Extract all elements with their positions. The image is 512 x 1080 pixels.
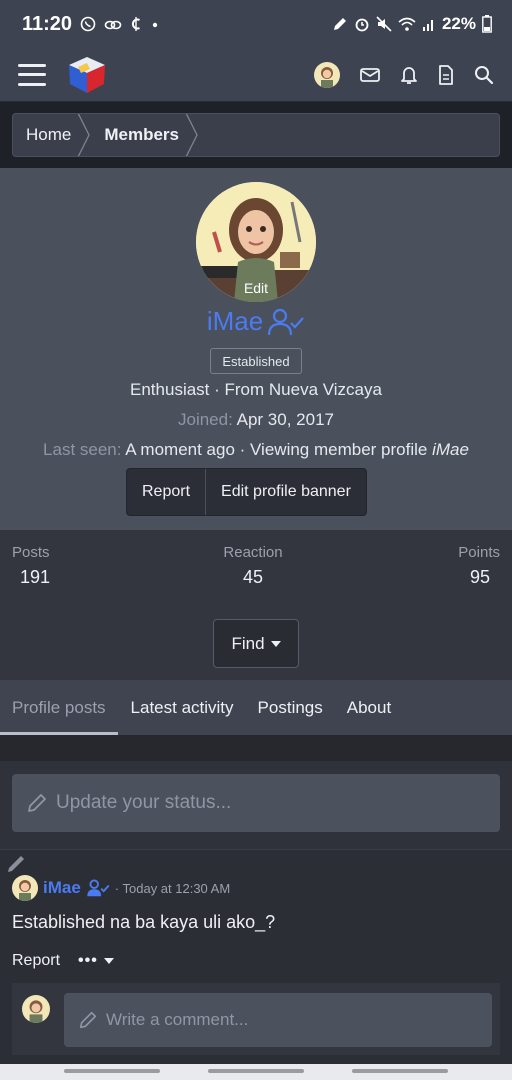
post-report-link[interactable]: Report — [12, 952, 60, 970]
divider — [0, 735, 512, 761]
caret-down-icon — [270, 640, 281, 647]
post-actions: Report ••• — [12, 952, 114, 970]
envelope-icon[interactable] — [360, 67, 380, 83]
battery-percent: 22% — [441, 14, 476, 33]
stat-points[interactable]: Points 95 — [458, 544, 500, 588]
chevron-right-icon — [78, 114, 91, 156]
profile-tabs: Profile posts Latest activity Postings A… — [0, 680, 512, 735]
avatar-edit-label[interactable]: Edit — [196, 280, 316, 296]
profile-header: Edit iMae Established Enthusiast · From … — [0, 168, 512, 530]
user-follow-icon[interactable] — [86, 879, 110, 897]
comment-avatar — [22, 995, 50, 1023]
profile-last-seen: Last seen: A moment ago · Viewing member… — [0, 440, 512, 460]
profile-post: iMae · Today at 12:30 AM Established na … — [0, 849, 512, 1064]
tab-about[interactable]: About — [335, 680, 403, 735]
alarm-icon — [355, 18, 369, 32]
signal-icon — [422, 20, 433, 31]
last-seen-target[interactable]: iMae — [432, 440, 469, 459]
tab-postings[interactable]: Postings — [246, 680, 335, 735]
profile-avatar[interactable]: Edit — [196, 182, 316, 302]
tab-latest-activity[interactable]: Latest activity — [119, 680, 246, 735]
document-icon[interactable] — [438, 64, 454, 85]
caret-down-icon — [103, 958, 114, 964]
currency-icon — [132, 17, 141, 31]
site-logo[interactable] — [66, 54, 108, 96]
bell-icon[interactable] — [400, 65, 418, 85]
status-placeholder: Update your status... — [56, 792, 232, 813]
chevron-right-icon — [185, 114, 198, 156]
joined-date: Apr 30, 2017 — [236, 410, 334, 429]
tab-profile-posts[interactable]: Profile posts — [0, 680, 118, 735]
nav-gesture-home[interactable] — [208, 1069, 304, 1073]
mute-icon — [376, 16, 392, 32]
user-avatar[interactable] — [314, 61, 340, 88]
pencil-icon — [28, 794, 46, 812]
post-author-avatar[interactable] — [12, 875, 38, 901]
whatsapp-icon — [80, 16, 96, 32]
stat-label: Reaction — [223, 544, 283, 561]
status-time: 11:20 — [22, 12, 73, 35]
profile-stats: Posts 191 Reaction 45 Points 95 Find — [0, 530, 512, 680]
nav-gesture-left[interactable] — [64, 1069, 160, 1073]
more-dots: ••• — [78, 952, 98, 969]
post-author[interactable]: iMae — [43, 878, 81, 898]
find-dropdown-button[interactable]: Find — [213, 619, 299, 668]
post-more-menu[interactable]: ••• — [78, 952, 114, 970]
user-follow-icon[interactable] — [267, 308, 305, 336]
stat-posts[interactable]: Posts 191 — [12, 544, 50, 588]
status-update-input[interactable]: Update your status... — [12, 774, 500, 832]
stat-value: 45 — [242, 567, 264, 587]
comment-input[interactable]: Write a comment... — [64, 993, 492, 1047]
battery-icon — [482, 15, 492, 33]
system-navigation-bar — [0, 1064, 512, 1080]
stat-reaction[interactable]: Reaction 45 — [220, 544, 286, 588]
breadcrumb-members[interactable]: Members — [91, 114, 185, 156]
pencil-icon — [8, 856, 24, 872]
comment-placeholder: Write a comment... — [106, 1010, 249, 1029]
dot-icon — [152, 22, 158, 28]
comment-row: Write a comment... — [12, 983, 500, 1055]
breadcrumb-home[interactable]: Home — [13, 114, 77, 156]
post-text: Established na ba kaya uli ako_? — [12, 912, 276, 932]
search-icon[interactable] — [474, 65, 494, 85]
system-status-bar: 11:20 22% — [0, 0, 512, 48]
stat-value: 191 — [20, 567, 51, 587]
pen-icon — [333, 18, 346, 30]
wifi-icon — [398, 17, 416, 31]
stat-label: Points — [458, 544, 500, 561]
nav-gesture-right[interactable] — [352, 1069, 448, 1073]
profile-role-location: Enthusiast · From Nueva Vizcaya — [130, 380, 382, 399]
link-icon — [104, 20, 122, 30]
stat-label: Posts — [12, 544, 50, 561]
stat-value: 95 — [469, 567, 490, 587]
status-update-area: Update your status... — [0, 761, 512, 849]
find-label: Find — [231, 633, 265, 653]
breadcrumb-bar: Home Members — [0, 102, 512, 168]
post-time[interactable]: · Today at 12:30 AM — [115, 881, 230, 896]
edit-profile-banner-button[interactable]: Edit profile banner — [205, 469, 366, 515]
profile-username[interactable]: iMae — [207, 306, 263, 337]
pencil-icon — [79, 1011, 97, 1029]
site-header — [0, 48, 512, 102]
profile-joined: Joined: Apr 30, 2017 — [0, 410, 512, 430]
menu-icon[interactable] — [18, 63, 46, 86]
profile-actions: Report Edit profile banner — [126, 468, 367, 516]
last-seen-label: Last seen: — [43, 440, 122, 459]
post-header: iMae · Today at 12:30 AM — [12, 875, 230, 901]
user-title-badge: Established — [210, 348, 302, 374]
report-button[interactable]: Report — [127, 469, 205, 515]
joined-label: Joined: — [178, 410, 233, 429]
last-seen-value: A moment ago · Viewing member profile — [125, 440, 433, 459]
breadcrumb: Home Members — [12, 113, 500, 157]
